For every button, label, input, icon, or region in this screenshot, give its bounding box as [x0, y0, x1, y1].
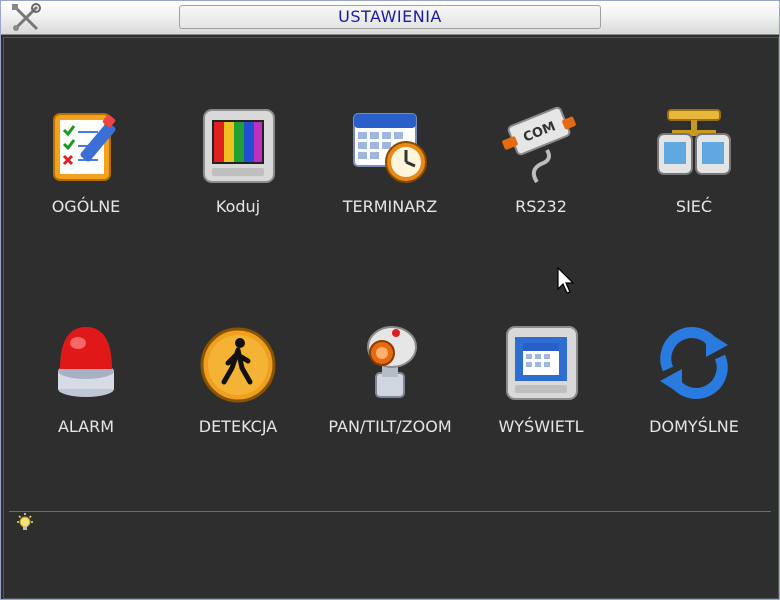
menu-label: ALARM — [57, 417, 115, 436]
mouse-cursor-icon — [557, 267, 575, 294]
window-title: USTAWIENIA — [179, 5, 601, 29]
menu-item-network[interactable]: SIEĆ — [619, 106, 769, 256]
status-divider — [9, 511, 771, 512]
tools-icon — [12, 3, 41, 31]
menu-item-alarm[interactable]: ALARM — [11, 323, 161, 473]
menu-label: PAN/TILT/ZOOM — [328, 417, 452, 436]
schedule-calendar-icon — [353, 113, 427, 183]
alarm-siren-icon — [58, 327, 114, 397]
menu-item-ptz[interactable]: PAN/TILT/ZOOM — [315, 323, 465, 473]
menu-item-rs232[interactable]: COM RS232 — [466, 106, 616, 256]
menu-item-general[interactable]: OGÓLNE — [11, 106, 161, 256]
general-checklist-icon — [53, 113, 116, 181]
menu-label: TERMINARZ — [342, 197, 438, 216]
display-monitor-icon — [506, 326, 578, 400]
com-port-icon: COM — [502, 106, 576, 184]
detection-walker-icon — [200, 327, 276, 403]
menu-label: Koduj — [215, 197, 261, 216]
menu-item-detection[interactable]: DETEKCJA — [163, 323, 313, 473]
menu-label: SIEĆ — [675, 197, 713, 216]
menu-label: OGÓLNE — [51, 197, 121, 216]
lightbulb-icon — [17, 513, 33, 530]
menu-item-display[interactable]: WYŚWIETL — [466, 323, 616, 473]
menu-label: WYŚWIETL — [498, 417, 584, 436]
menu-item-default[interactable]: DOMYŚLNE — [619, 323, 769, 473]
menu-label: RS232 — [515, 197, 567, 216]
network-icon — [657, 109, 731, 175]
encode-monitor-icon — [203, 109, 275, 183]
ptz-camera-icon — [367, 326, 417, 398]
default-refresh-icon — [660, 327, 728, 399]
menu-item-schedule[interactable]: TERMINARZ — [315, 106, 465, 256]
menu-label: DOMYŚLNE — [649, 417, 739, 436]
menu-item-encode[interactable]: Koduj — [163, 106, 313, 256]
title-bar: USTAWIENIA — [1, 1, 779, 35]
menu-label: DETEKCJA — [198, 417, 278, 436]
settings-window: USTAWIENIA OGÓLNE Koduj TERMINARZ COM RS… — [0, 0, 780, 600]
